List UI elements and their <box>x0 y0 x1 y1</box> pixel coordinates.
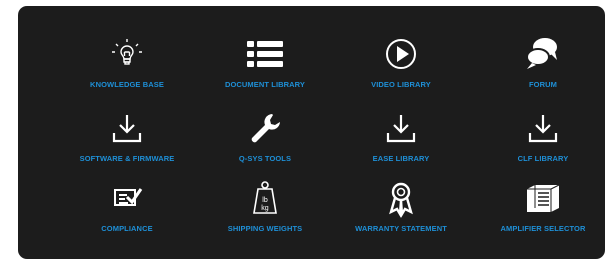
weight-icon: lb kg <box>243 176 287 220</box>
compliance-tile[interactable]: COMPLIANCE <box>57 176 197 246</box>
clf-library-tile[interactable]: CLF LIBRARY <box>473 106 609 176</box>
download-icon <box>379 106 423 150</box>
support-resources-panel: KNOWLEDGE BASE DOCUMENT LIBRARY VIDEO LI… <box>18 6 605 259</box>
tile-label: AMPLIFIER SELECTOR <box>500 224 586 233</box>
download-icon <box>521 106 565 150</box>
document-library-tile[interactable]: DOCUMENT LIBRARY <box>195 32 335 102</box>
award-ribbon-icon <box>379 176 423 220</box>
tile-label: EASE LIBRARY <box>372 154 430 163</box>
video-library-tile[interactable]: VIDEO LIBRARY <box>331 32 471 102</box>
lightbulb-icon <box>105 32 149 76</box>
shipping-weights-tile[interactable]: lb kg SHIPPING WEIGHTS <box>195 176 335 246</box>
weight-kg-text: kg <box>261 205 269 212</box>
q-sys-tools-tile[interactable]: Q-SYS TOOLS <box>195 106 335 176</box>
tile-label: DOCUMENT LIBRARY <box>224 80 306 89</box>
download-icon <box>105 106 149 150</box>
forum-tile[interactable]: FORUM <box>473 32 609 102</box>
tile-label: COMPLIANCE <box>101 224 153 233</box>
chat-bubbles-icon <box>521 32 565 76</box>
play-icon <box>379 32 423 76</box>
tile-label: Q-SYS TOOLS <box>238 154 292 163</box>
weight-lb-text: lb <box>262 197 268 204</box>
tile-label: SHIPPING WEIGHTS <box>227 224 303 233</box>
list-icon <box>243 32 287 76</box>
tile-label: KNOWLEDGE BASE <box>90 80 164 89</box>
software-firmware-tile[interactable]: SOFTWARE & FIRMWARE <box>57 106 197 176</box>
knowledge-base-tile[interactable]: KNOWLEDGE BASE <box>57 32 197 102</box>
amplifier-icon <box>521 176 565 220</box>
wrench-icon <box>243 106 287 150</box>
checklist-icon <box>105 176 149 220</box>
warranty-statement-tile[interactable]: WARRANTY STATEMENT <box>331 176 471 246</box>
tile-label: WARRANTY STATEMENT <box>355 224 447 233</box>
resources-grid: KNOWLEDGE BASE DOCUMENT LIBRARY VIDEO LI… <box>18 6 605 259</box>
tile-label: CLF LIBRARY <box>517 154 569 163</box>
tile-label: SOFTWARE & FIRMWARE <box>79 154 175 163</box>
amplifier-selector-tile[interactable]: AMPLIFIER SELECTOR <box>473 176 609 246</box>
tile-label: FORUM <box>529 80 557 89</box>
ease-library-tile[interactable]: EASE LIBRARY <box>331 106 471 176</box>
tile-label: VIDEO LIBRARY <box>371 80 431 89</box>
